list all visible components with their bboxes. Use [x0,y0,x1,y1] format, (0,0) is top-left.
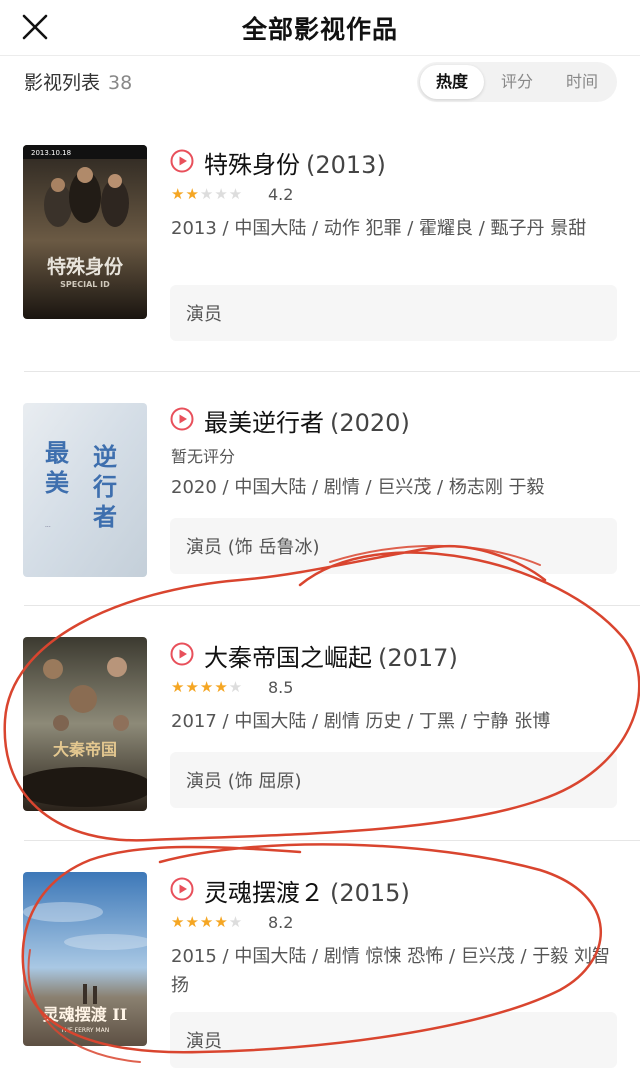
movie-poster[interactable]: 最美 逆行者 ... [23,403,147,577]
play-icon[interactable] [170,149,194,173]
role-text: 演员 [186,1031,222,1052]
movie-meta: 2015 / 中国大陆 / 剧情 惊悚 恐怖 / 巨兴茂 / 于毅 刘智扬 [171,946,611,996]
movie-year: (2017) [378,644,458,672]
list-header: 影视列表 38 热度 评分 时间 [0,56,640,106]
movie-year: (2013) [306,151,386,179]
sort-tab-rating[interactable]: 评分 [485,65,549,99]
movie-title[interactable]: 特殊身份 (2013) [204,145,386,180]
role-text: 演员 (饰 屈原) [186,771,302,792]
role-text: 演员 [186,304,222,325]
divider [24,371,640,372]
play-icon[interactable] [170,642,194,666]
role-text: 演员 (饰 岳鲁冰) [186,537,320,558]
movie-title-text: 最美逆行者 [204,409,324,437]
svg-text:...: ... [45,522,51,529]
play-icon[interactable] [170,877,194,901]
svg-text:灵魂摆渡 II: 灵魂摆渡 II [43,1005,128,1024]
movie-title[interactable]: 灵魂摆渡２ (2015) [204,873,410,908]
star-rating: ★★★★★ [171,678,244,696]
movie-title-text: 大秦帝国之崛起 [204,644,372,672]
movie-poster[interactable]: 灵魂摆渡 II THE FERRY MAN [23,872,147,1046]
top-bar: 全部影视作品 [0,0,640,56]
rating-score: 4.2 [268,185,294,204]
movie-meta: 2020 / 中国大陆 / 剧情 / 巨兴茂 / 杨志刚 于毅 [171,477,545,498]
list-label: 影视列表 38 [24,68,132,95]
movie-year: (2020) [330,409,410,437]
list-label-text: 影视列表 [24,72,101,94]
movie-meta: 2013 / 中国大陆 / 动作 犯罪 / 霍耀良 / 甄子丹 景甜 [171,218,587,239]
svg-text:SPECIAL ID: SPECIAL ID [60,280,110,289]
movie-poster[interactable]: 2013.10.18 特殊身份 SPECIAL ID [23,145,147,319]
movie-year: (2015) [330,879,410,907]
role-box: 演员 [170,1012,617,1068]
movie-poster[interactable]: 大秦帝国 [23,637,147,811]
svg-text:特殊身份: 特殊身份 [47,255,124,278]
movie-title-text: 灵魂摆渡２ [204,879,324,907]
divider [24,840,640,841]
star-rating: ★★★★★ [171,913,244,931]
svg-text:THE FERRY MAN: THE FERRY MAN [60,1027,109,1034]
list-count: 38 [108,72,133,94]
rating-score: 8.5 [268,678,294,697]
svg-text:2013.10.18: 2013.10.18 [31,149,71,157]
movie-title[interactable]: 大秦帝国之崛起 (2017) [204,638,458,673]
sort-tabs: 热度 评分 时间 [417,62,617,102]
role-box: 演员 (饰 屈原) [170,752,617,808]
movie-title-text: 特殊身份 [204,151,300,179]
movie-meta: 2017 / 中国大陆 / 剧情 历史 / 丁黑 / 宁静 张博 [171,711,551,732]
svg-text:大秦帝国: 大秦帝国 [53,740,117,759]
rating-score: 8.2 [268,913,294,932]
role-box: 演员 [170,285,617,341]
role-box: 演员 (饰 岳鲁冰) [170,518,617,574]
movie-title[interactable]: 最美逆行者 (2020) [204,403,410,438]
page-title: 全部影视作品 [241,15,398,44]
sort-tab-hot[interactable]: 热度 [420,65,484,99]
play-icon[interactable] [170,407,194,431]
star-rating: ★★★★★ [171,185,244,203]
no-rating-label: 暂无评分 [171,447,236,466]
sort-tab-time[interactable]: 时间 [550,65,614,99]
divider [24,605,640,606]
